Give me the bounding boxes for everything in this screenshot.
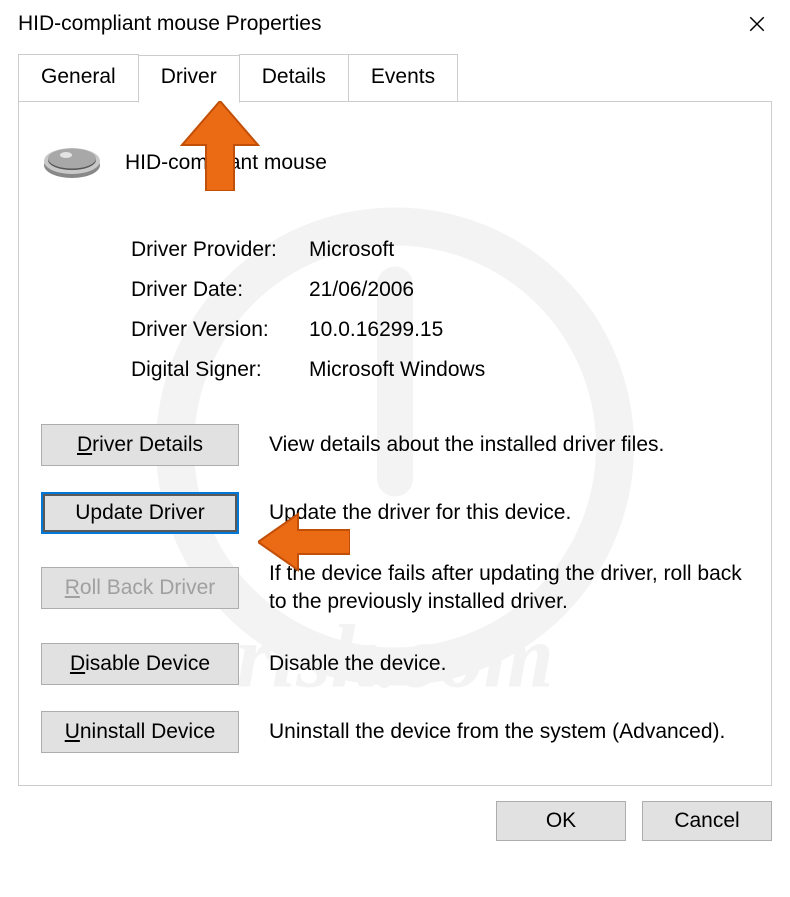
tab-details[interactable]: Details [239,54,349,102]
device-header: HID-compliant mouse [41,132,749,194]
tab-strip: General Driver Details Events [18,54,790,102]
info-value: 21/06/2006 [309,278,414,302]
driver-actions: Driver Details View details about the in… [41,424,749,753]
info-label: Driver Provider: [131,238,309,262]
action-row-uninstall: Uninstall Device Uninstall the device fr… [41,711,749,753]
ok-button[interactable]: OK [496,801,626,841]
cancel-button[interactable]: Cancel [642,801,772,841]
update-driver-button[interactable]: Update Driver [41,492,239,534]
info-value: Microsoft [309,238,394,262]
tab-driver[interactable]: Driver [138,55,240,103]
uninstall-device-button[interactable]: Uninstall Device [41,711,239,753]
action-row-details: Driver Details View details about the in… [41,424,749,466]
info-row-provider: Driver Provider: Microsoft [131,230,749,270]
info-value: 10.0.16299.15 [309,318,443,342]
disable-device-button[interactable]: Disable Device [41,643,239,685]
info-label: Driver Date: [131,278,309,302]
action-row-disable: Disable Device Disable the device. [41,643,749,685]
action-desc: Uninstall the device from the system (Ad… [269,718,749,746]
device-name: HID-compliant mouse [125,151,327,175]
info-row-version: Driver Version: 10.0.16299.15 [131,310,749,350]
driver-info: Driver Provider: Microsoft Driver Date: … [131,230,749,390]
close-button[interactable] [746,13,768,35]
action-desc: If the device fails after updating the d… [269,560,749,617]
action-row-update: Update Driver Update the driver for this… [41,492,749,534]
action-desc: Disable the device. [269,650,749,678]
info-label: Driver Version: [131,318,309,342]
mouse-icon [41,132,103,194]
action-row-rollback: Roll Back Driver If the device fails aft… [41,560,749,617]
info-row-date: Driver Date: 21/06/2006 [131,270,749,310]
window-title: HID-compliant mouse Properties [18,12,321,36]
driver-details-button[interactable]: Driver Details [41,424,239,466]
action-desc: View details about the installed driver … [269,431,749,459]
info-row-signer: Digital Signer: Microsoft Windows [131,350,749,390]
dialog-buttons: OK Cancel [0,801,790,859]
tab-panel-driver: HID-compliant mouse Driver Provider: Mic… [18,101,772,786]
tab-general[interactable]: General [18,54,139,102]
close-icon [748,15,766,33]
roll-back-driver-button: Roll Back Driver [41,567,239,609]
info-label: Digital Signer: [131,358,309,382]
info-value: Microsoft Windows [309,358,485,382]
action-desc: Update the driver for this device. [269,499,749,527]
titlebar: HID-compliant mouse Properties [0,0,790,54]
tab-events[interactable]: Events [348,54,458,102]
